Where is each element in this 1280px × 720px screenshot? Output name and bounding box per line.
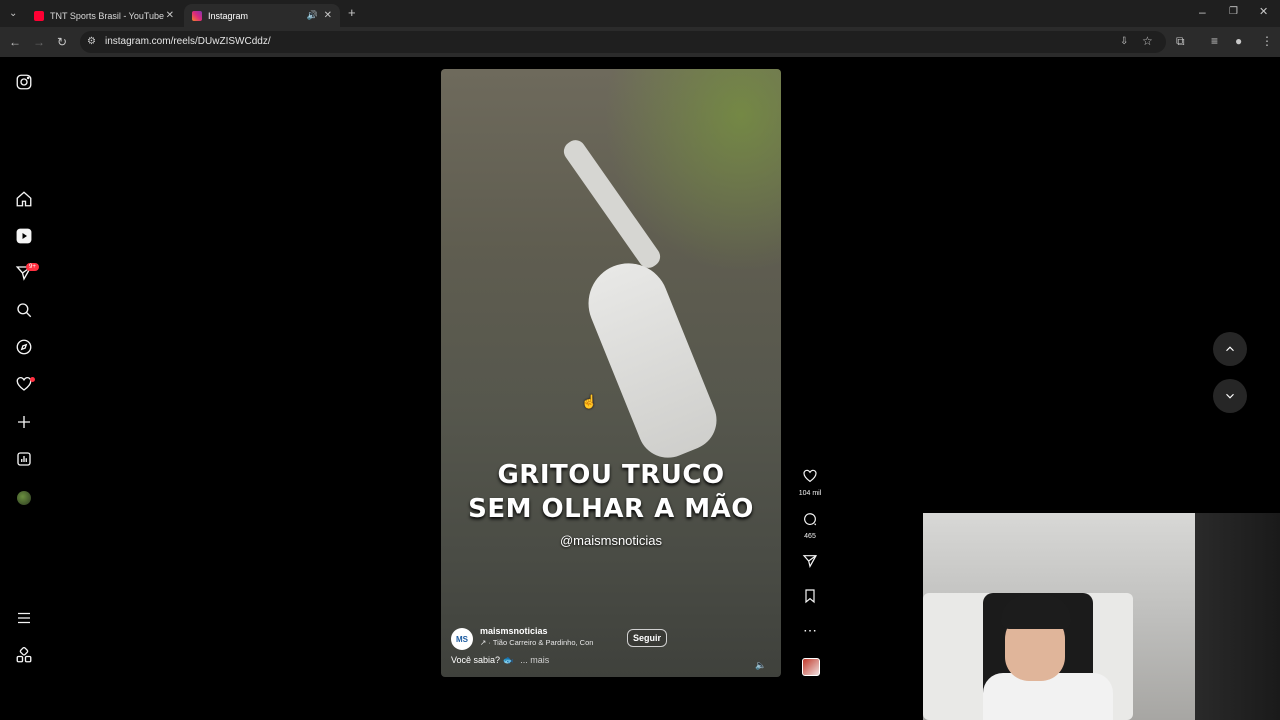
- also-from-meta-icon[interactable]: [15, 646, 33, 664]
- comment-action[interactable]: 465: [800, 511, 820, 540]
- chevron-down-icon: [1226, 393, 1234, 399]
- tab-audio-icon[interactable]: 🔊: [307, 10, 318, 21]
- more-link[interactable]: ... mais: [520, 655, 549, 665]
- webcam-overlay: [923, 513, 1280, 720]
- more-options-action[interactable]: ⋯: [800, 623, 820, 637]
- share-icon: [802, 555, 818, 568]
- back-icon[interactable]: ←: [9, 36, 21, 48]
- browser-toolbar: ← → ↻ ⚙ instagram.com/reels/DUwZISWCddz/…: [0, 27, 1280, 57]
- restore-icon[interactable]: ❐: [1229, 6, 1238, 18]
- dashboard-icon[interactable]: [15, 450, 33, 468]
- media-controls-icon[interactable]: ≡: [1211, 35, 1218, 47]
- heart-icon: [803, 469, 817, 483]
- person-shirt-image: [983, 673, 1113, 720]
- video-watermark-handle: @maismsnoticias: [559, 533, 663, 548]
- reels-icon[interactable]: [15, 227, 33, 245]
- like-count: 104 mil: [798, 490, 822, 497]
- window-close-icon[interactable]: ✕: [1259, 6, 1268, 18]
- previous-reel-button[interactable]: [1213, 332, 1247, 366]
- more-menu-icon[interactable]: [15, 609, 33, 627]
- audio-thumbnail[interactable]: [802, 658, 820, 676]
- profile-avatar[interactable]: [17, 491, 31, 505]
- new-tab-icon[interactable]: +: [348, 6, 356, 19]
- home-icon[interactable]: [15, 190, 33, 208]
- profile-icon[interactable]: ●: [1235, 35, 1242, 47]
- instagram-favicon-icon: [192, 10, 202, 21]
- hand-cursor-icon: ☝: [581, 394, 598, 409]
- url-text: instagram.com/reels/DUwZISWCddz/: [105, 36, 271, 47]
- notification-dot: [30, 377, 35, 382]
- comment-count: 465: [804, 533, 816, 540]
- reload-icon[interactable]: ↻: [57, 36, 67, 48]
- install-app-icon[interactable]: ⇩: [1120, 36, 1128, 48]
- youtube-favicon-icon: [34, 10, 44, 21]
- video-caption-line-1: GRITOU TRUCO: [497, 460, 725, 490]
- menu-icon[interactable]: ⋮: [1261, 35, 1273, 47]
- author-avatar[interactable]: MS: [451, 628, 473, 650]
- chevron-up-icon: [1226, 346, 1234, 352]
- left-sidebar: 9+: [0, 57, 48, 720]
- video-caption-line-2: SEM OLHAR A MÃO: [468, 494, 754, 524]
- extensions-icon[interactable]: ⧉: [1176, 35, 1185, 47]
- reel-video[interactable]: GRITOU TRUCO SEM OLHAR A MÃO @maismsnoti…: [441, 69, 781, 677]
- minimize-icon[interactable]: –: [1199, 6, 1206, 18]
- tab-title: TNT Sports Brasil - YouTube: [50, 10, 165, 21]
- comment-icon: [804, 513, 817, 526]
- author-username[interactable]: maismsnoticias: [480, 626, 548, 636]
- address-bar[interactable]: ⚙ instagram.com/reels/DUwZISWCddz/ ⇩ ☆: [80, 31, 1166, 53]
- share-action[interactable]: [800, 553, 820, 574]
- create-plus-icon[interactable]: [15, 413, 33, 431]
- close-tab-icon[interactable]: ✕: [324, 10, 332, 21]
- bookmark-star-icon[interactable]: ☆: [1142, 35, 1153, 47]
- close-tab-icon[interactable]: ✕: [166, 10, 174, 21]
- save-action[interactable]: [800, 588, 820, 609]
- next-reel-button[interactable]: [1213, 379, 1247, 413]
- browser-tab-bar: ⌄ TNT Sports Brasil - YouTube ✕ Instagra…: [0, 0, 1280, 27]
- description-text: Você sabia? 🐟: [451, 655, 514, 665]
- tab-title: Instagram: [208, 10, 249, 21]
- like-action[interactable]: 104 mil: [799, 468, 821, 497]
- audio-track-name: Tião Carreiro & Pardinho, Con: [492, 638, 594, 647]
- audio-track[interactable]: ↗ · Tião Carreiro & Pardinho, Con: [480, 638, 615, 647]
- search-icon[interactable]: [15, 301, 33, 319]
- curtain-image: [1195, 513, 1280, 720]
- site-info-icon[interactable]: ⚙: [87, 36, 96, 48]
- volume-icon[interactable]: 🔈: [755, 660, 766, 671]
- notification-badge: 9+: [26, 263, 39, 271]
- reel-description: Você sabia? 🐟 ... mais: [451, 655, 549, 666]
- more-dots-icon: ⋯: [803, 622, 817, 638]
- person-hair-image: [1001, 595, 1071, 629]
- follow-button[interactable]: Seguir: [627, 629, 668, 647]
- forward-icon[interactable]: →: [33, 36, 45, 48]
- explore-icon[interactable]: [15, 338, 33, 356]
- tab-youtube[interactable]: TNT Sports Brasil - YouTube ✕: [26, 4, 182, 27]
- tab-instagram[interactable]: Instagram 🔊 ✕: [184, 4, 340, 27]
- bookmark-icon: [805, 589, 815, 604]
- tab-list-icon[interactable]: ⌄: [9, 8, 17, 20]
- instagram-logo-icon[interactable]: [15, 73, 33, 91]
